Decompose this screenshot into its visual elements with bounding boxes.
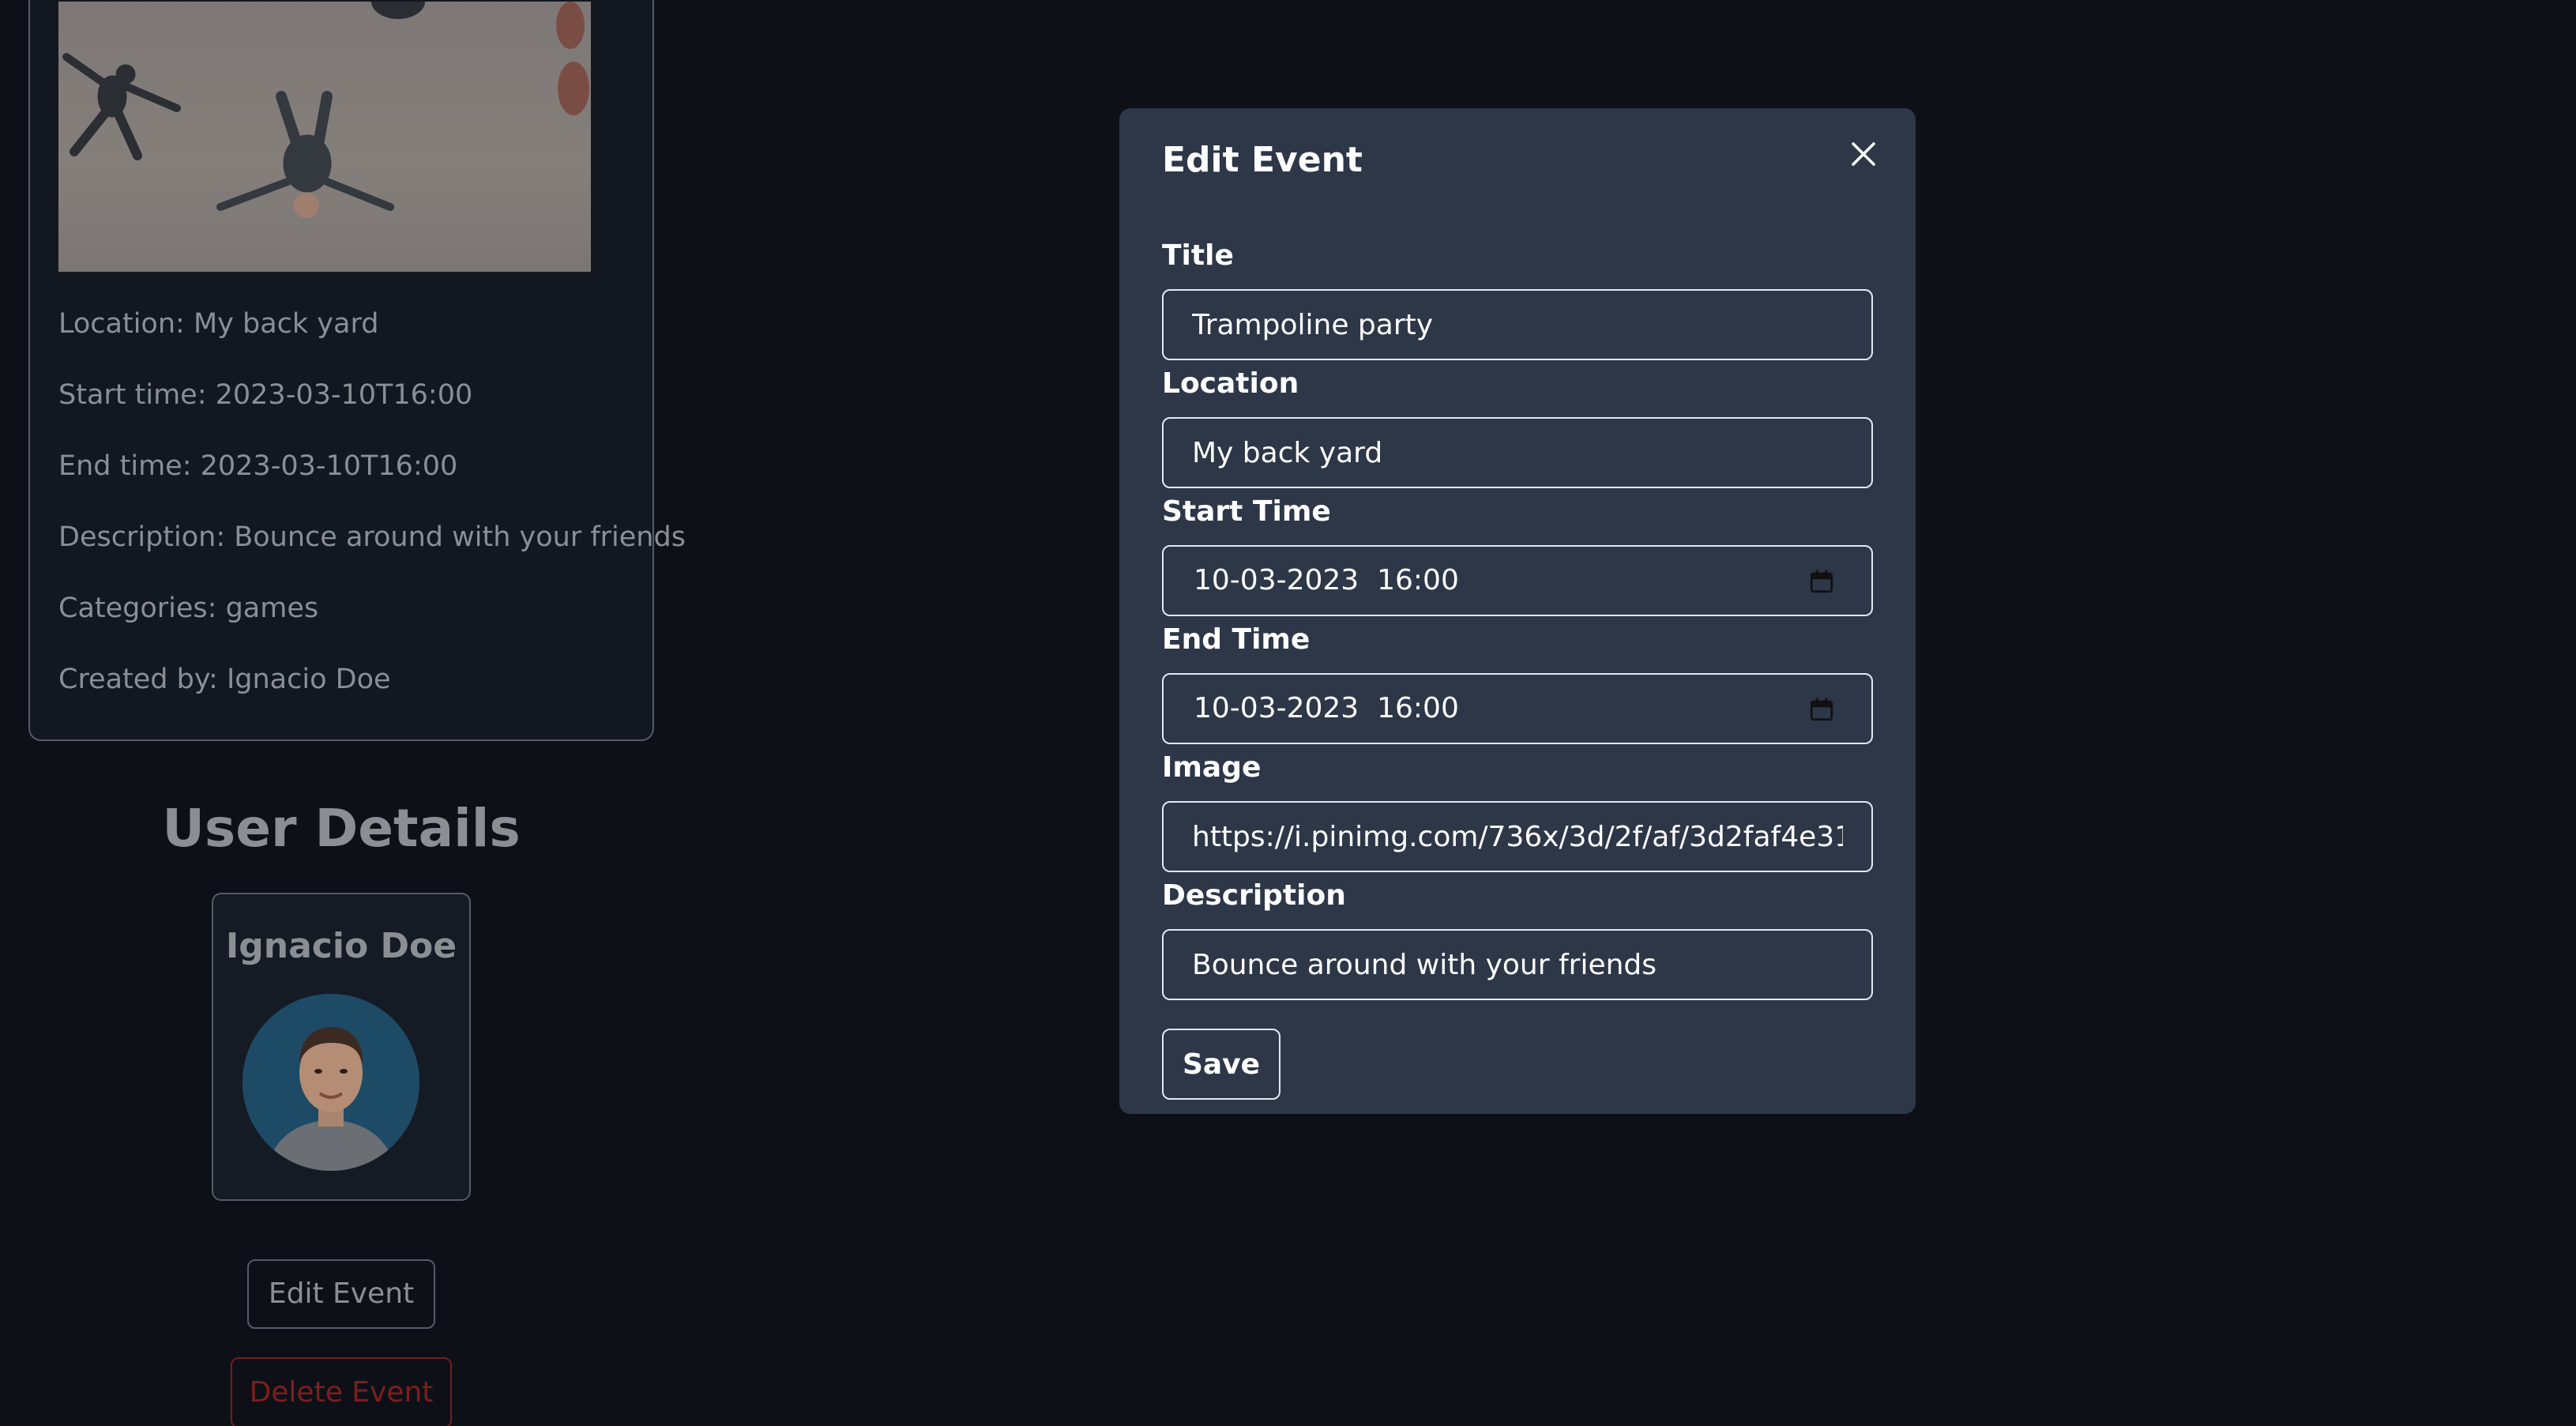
event-image bbox=[58, 2, 591, 272]
avatar-portrait bbox=[243, 994, 419, 1171]
page: Location: My back yard Start time: 2023-… bbox=[0, 0, 2576, 1426]
event-start-time: Start time: 2023-03-10T16:00 bbox=[58, 379, 473, 411]
event-created-by: Created by: Ignacio Doe bbox=[58, 664, 391, 695]
end-time-input[interactable]: 10-03-2023 16:00 bbox=[1162, 673, 1873, 744]
delete-event-button[interactable]: Delete Event bbox=[231, 1357, 452, 1426]
start-time-label: Start Time bbox=[1162, 495, 1331, 528]
start-time-input[interactable]: 10-03-2023 16:00 bbox=[1162, 545, 1873, 616]
image-label: Image bbox=[1162, 751, 1262, 784]
calendar-icon[interactable] bbox=[1808, 696, 1835, 723]
trampoline-photo bbox=[62, 2, 589, 218]
end-time-label: End Time bbox=[1162, 623, 1311, 656]
description-label: Description bbox=[1162, 879, 1346, 912]
edit-event-button[interactable]: Edit Event bbox=[247, 1259, 435, 1329]
event-card: Location: My back yard Start time: 2023-… bbox=[28, 0, 686, 741]
location-input[interactable] bbox=[1162, 417, 1873, 488]
event-location: Location: My back yard bbox=[58, 308, 379, 340]
user-details-heading: User Details bbox=[162, 798, 521, 859]
location-label: Location bbox=[1162, 367, 1299, 400]
user-name: Ignacio Doe bbox=[225, 926, 457, 966]
description-input[interactable] bbox=[1162, 929, 1873, 1000]
event-categories: Categories: games bbox=[58, 593, 319, 624]
close-button[interactable] bbox=[1845, 135, 1882, 173]
close-icon bbox=[1852, 142, 1875, 166]
event-description: Description: Bounce around with your fri… bbox=[58, 521, 686, 553]
avatar bbox=[243, 994, 419, 1171]
event-end-time: End time: 2023-03-10T16:00 bbox=[58, 450, 458, 482]
start-time-value: 10-03-2023 16:00 bbox=[1194, 564, 1459, 596]
title-input[interactable] bbox=[1162, 289, 1873, 360]
title-label: Title bbox=[1162, 239, 1234, 272]
image-url-input[interactable] bbox=[1162, 801, 1873, 872]
modal-title: Edit Event bbox=[1162, 140, 1363, 180]
end-time-value: 10-03-2023 16:00 bbox=[1194, 692, 1459, 724]
edit-event-modal: Edit Event Title Location Start Time 10-… bbox=[1119, 108, 1916, 1114]
user-card: Ignacio Doe bbox=[212, 893, 471, 1201]
save-button[interactable]: Save bbox=[1162, 1029, 1280, 1100]
calendar-icon[interactable] bbox=[1808, 568, 1835, 595]
